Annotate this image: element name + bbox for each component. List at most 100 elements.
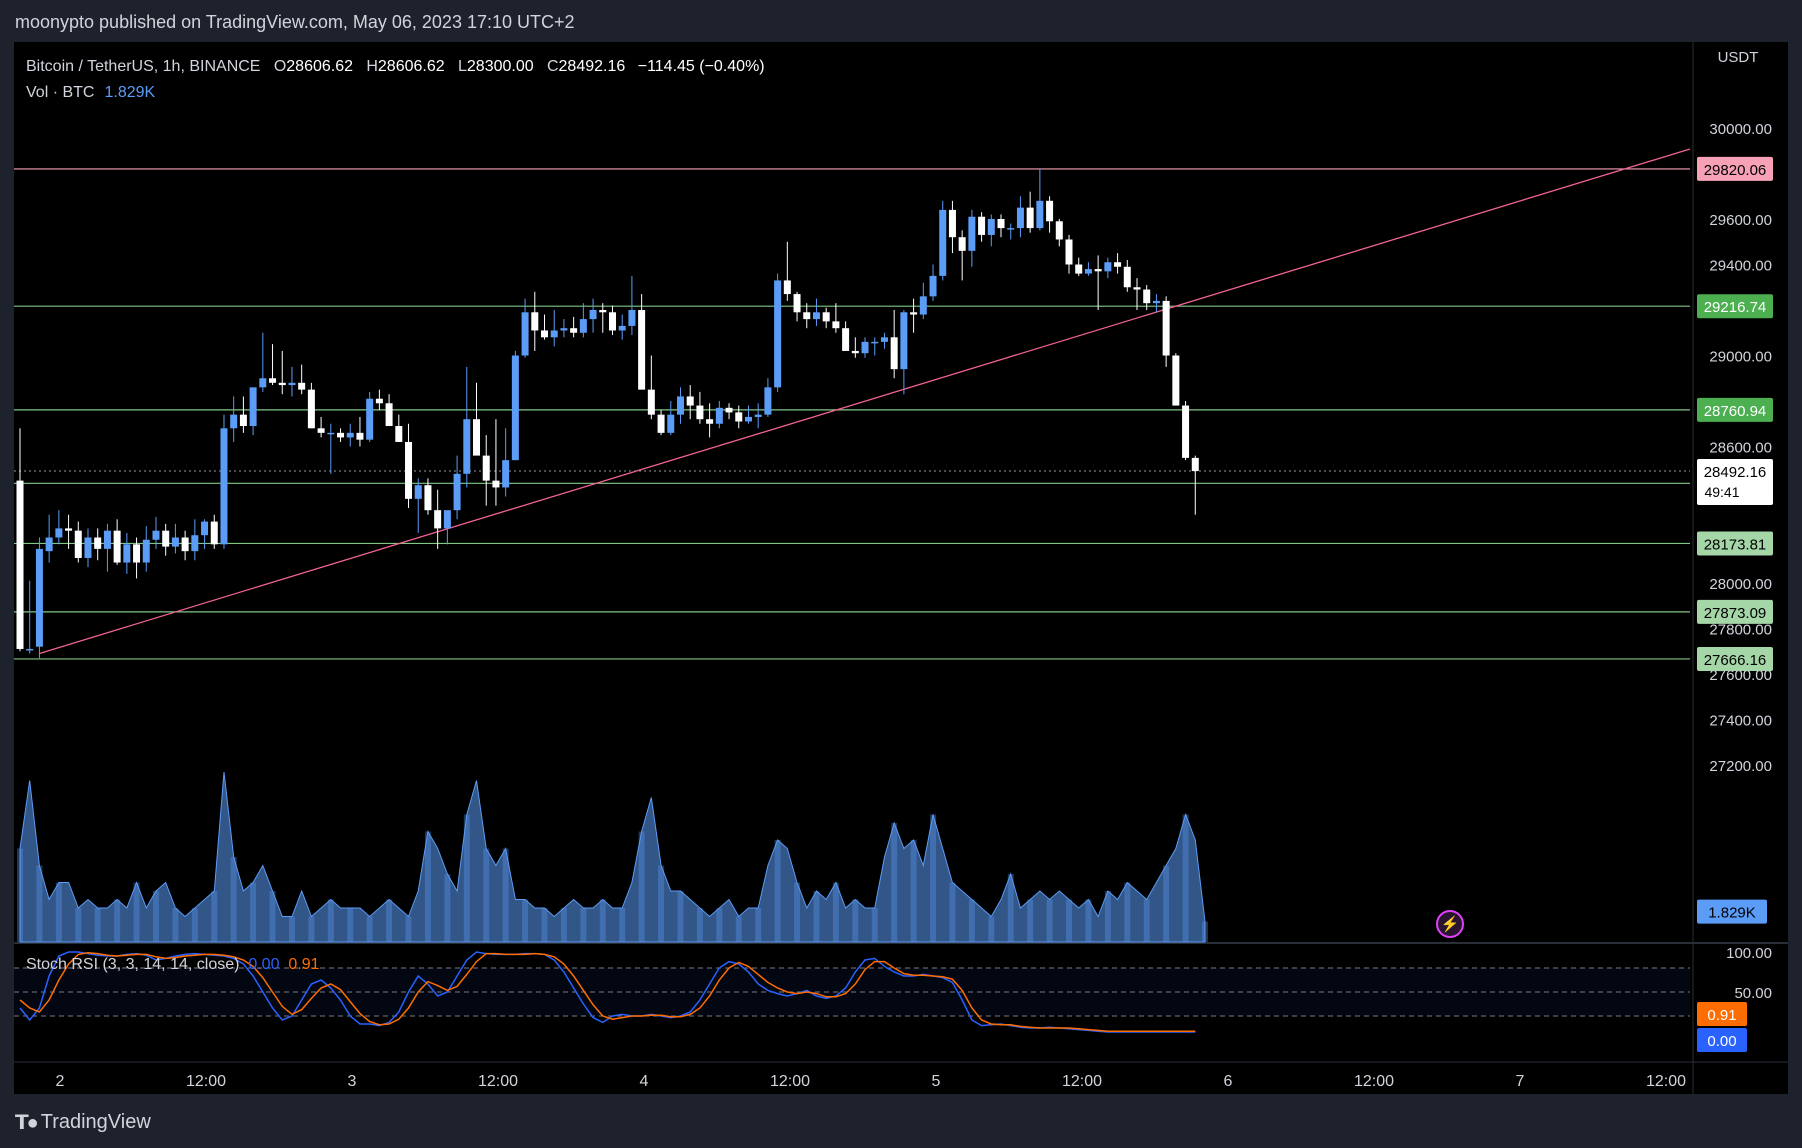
volume-legend: Vol · BTC 1.829K <box>26 80 765 106</box>
volume-bar <box>832 882 839 942</box>
volume-bar <box>133 882 140 942</box>
tradingview-logo-icon: 𝗧● <box>15 1112 39 1134</box>
candle-body <box>356 432 364 440</box>
stoch-tick-label: 100.00 <box>1726 945 1772 962</box>
volume-bar <box>172 908 179 942</box>
volume-bar <box>852 899 859 942</box>
level-label: 29216.74 <box>1704 299 1767 316</box>
candle-body <box>696 405 704 420</box>
time-tick-label: 7 <box>1516 1073 1525 1090</box>
candle-body <box>1094 269 1102 272</box>
volume-bar <box>327 899 334 942</box>
candle-body <box>142 539 150 563</box>
candle-body <box>832 321 840 329</box>
candle-body <box>939 209 947 276</box>
volume-bar <box>1124 882 1131 942</box>
price-tick-label: 30000.00 <box>1709 121 1772 138</box>
candle-body <box>871 341 879 344</box>
stoch-d-label: 0.91 <box>1707 1007 1736 1024</box>
time-tick-label: 6 <box>1224 1073 1233 1090</box>
candle-body <box>910 312 918 315</box>
candle-body <box>375 398 383 404</box>
stoch-k-value: 0.00 <box>248 956 280 973</box>
volume-bar <box>250 882 257 942</box>
stoch-rsi-title[interactable]: Stoch RSI (3, 3, 14, 14, close) <box>26 956 239 973</box>
candle-body <box>1162 300 1170 356</box>
candle-body <box>385 403 393 427</box>
bolt-icon[interactable]: ⚡ <box>1436 910 1464 938</box>
volume-bar <box>288 916 295 942</box>
close-value: 28492.16 <box>558 58 626 75</box>
open-value: 28606.62 <box>286 58 353 75</box>
symbol-title[interactable]: Bitcoin / TetherUS, 1h, BINANCE <box>26 58 260 75</box>
candle-body <box>395 426 403 442</box>
candle-body <box>162 530 170 547</box>
time-tick-label: 5 <box>932 1073 941 1090</box>
time-tick-label: 3 <box>348 1073 357 1090</box>
candle-body <box>1104 262 1112 272</box>
candle-body <box>861 341 869 354</box>
candle-body <box>511 355 519 461</box>
candle-body <box>987 219 995 235</box>
volume-bar <box>386 899 393 942</box>
candle-body <box>434 510 442 529</box>
time-tick-label: 12:00 <box>478 1073 518 1090</box>
candle-body <box>715 407 723 424</box>
candle-body <box>1172 355 1180 406</box>
volume-bar <box>813 891 820 942</box>
candle-body <box>541 330 549 338</box>
candle-body <box>1007 228 1015 230</box>
volume-bar <box>1046 899 1053 942</box>
level-label: 27873.09 <box>1704 605 1767 622</box>
candle-body <box>259 378 267 388</box>
volume-bar <box>444 874 451 942</box>
time-tick-label: 12:00 <box>770 1073 810 1090</box>
candle-body <box>570 328 578 333</box>
level-label: 27666.16 <box>1704 652 1767 669</box>
stoch-k-label: 0.00 <box>1707 1033 1736 1050</box>
volume-bar <box>55 882 62 942</box>
volume-bar <box>696 908 703 942</box>
chart-canvas[interactable]: USDT 30000.00 29600.00 29400.00 29000.00 2860… <box>14 42 1788 1094</box>
candle-body <box>414 485 422 499</box>
volume-bar <box>794 882 801 942</box>
volume-bar <box>502 848 509 942</box>
volume-bar <box>871 908 878 942</box>
candle-body <box>317 428 325 433</box>
volume-bar <box>347 908 354 942</box>
candle-body <box>657 414 665 433</box>
price-tick-label: 27200.00 <box>1709 758 1772 775</box>
volume-bar <box>191 908 198 942</box>
volume-bar <box>541 908 548 942</box>
candle-body <box>298 382 306 390</box>
candle-body <box>997 219 1005 229</box>
volume-bar <box>580 908 587 942</box>
tradingview-logo[interactable]: 𝗧● TradingView <box>15 1110 151 1135</box>
candle-body <box>1123 266 1131 288</box>
chart-legend: Bitcoin / TetherUS, 1h, BINANCE O28606.6… <box>26 54 765 106</box>
candle-body <box>1055 221 1063 240</box>
volume-bar <box>483 848 490 942</box>
candle-body <box>1143 289 1151 304</box>
volume-bar <box>366 916 373 942</box>
candle-body <box>1133 287 1141 290</box>
time-tick-label: 12:00 <box>1646 1073 1686 1090</box>
candle-body <box>628 310 636 326</box>
volume-label[interactable]: Vol · BTC <box>26 84 94 101</box>
candle-body <box>531 312 539 331</box>
candle-body <box>201 521 209 536</box>
candle-body <box>492 480 500 488</box>
stoch-tick-label: 50.00 <box>1734 985 1772 1002</box>
price-tick-label: 29400.00 <box>1709 258 1772 275</box>
candle-body <box>1114 262 1122 267</box>
candle-body <box>686 396 694 406</box>
candle-body <box>288 382 296 386</box>
candle-body <box>453 473 461 511</box>
candle-body <box>35 548 43 647</box>
current-price-label: 28492.16 <box>1704 464 1767 481</box>
chart-area[interactable]: USDT 30000.00 29600.00 29400.00 29000.00 2860… <box>14 42 1788 1094</box>
candle-body <box>230 414 238 429</box>
candle-body <box>1182 405 1190 458</box>
candle-body <box>473 419 481 456</box>
candle-body <box>346 432 354 438</box>
